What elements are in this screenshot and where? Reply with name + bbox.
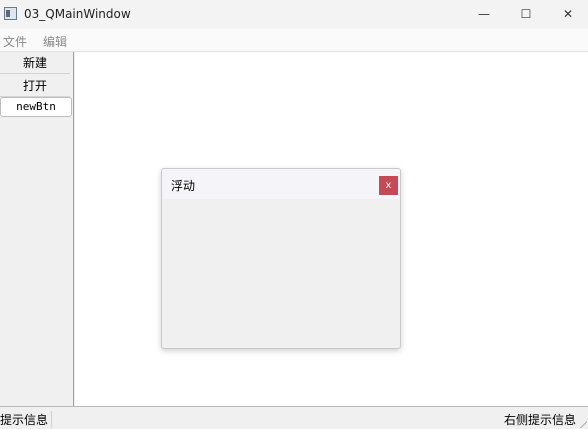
menu-file[interactable]: 文件: [3, 33, 27, 50]
floating-dock-close-button[interactable]: x: [379, 176, 398, 195]
status-right-message: 右侧提示信息: [503, 413, 576, 427]
minimize-button[interactable]: —: [460, 0, 508, 29]
status-bar: 提示信息 右侧提示信息: [0, 406, 588, 429]
status-left-message: 提示信息: [0, 411, 53, 428]
floating-dock-widget[interactable]: 浮动 x: [161, 168, 401, 349]
left-dock-panel: 新建 打开 newBtn: [0, 52, 74, 406]
title-bar: 03_QMainWindow — ☐ ✕: [0, 0, 588, 29]
menu-edit[interactable]: 编辑: [43, 33, 67, 50]
maximize-button[interactable]: ☐: [502, 0, 550, 29]
floating-dock-title: 浮动: [171, 179, 196, 193]
menu-bar: 文件 编辑: [0, 29, 588, 52]
floating-dock-header[interactable]: 浮动 x: [162, 169, 400, 199]
window-title: 03_QMainWindow: [24, 7, 131, 21]
new-button[interactable]: 新建: [0, 53, 70, 74]
app-icon: [4, 7, 17, 20]
close-button[interactable]: ✕: [544, 0, 588, 29]
resize-grip-icon[interactable]: [579, 420, 587, 428]
open-button[interactable]: 打开: [0, 76, 70, 97]
newbtn-button[interactable]: newBtn: [0, 97, 72, 117]
